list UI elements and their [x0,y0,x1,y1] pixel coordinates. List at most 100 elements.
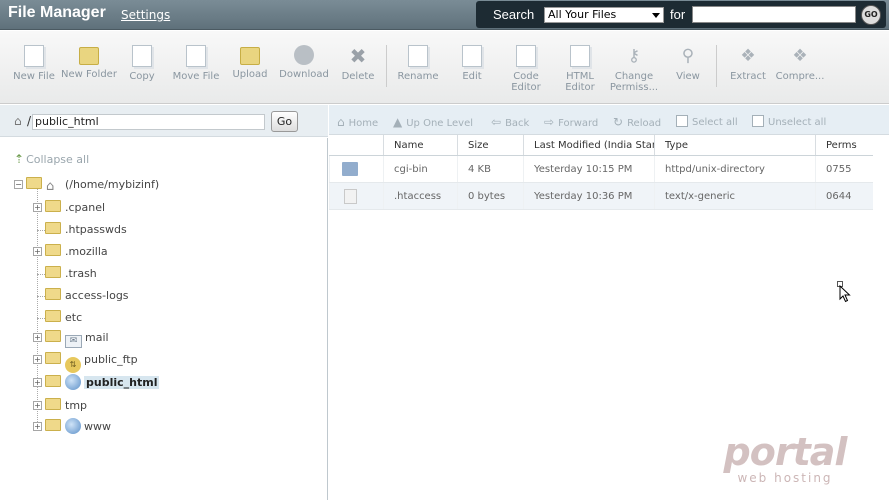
tree-item-label: .cpanel [65,201,106,214]
mail-icon: ✉ [65,335,82,348]
delete-icon: ✖ [349,44,367,68]
download-button[interactable]: Download [275,45,333,80]
table-row[interactable]: .htaccess 0 bytes Yesterday 10:36 PM tex… [329,183,873,210]
tree-item-mail[interactable]: + ✉ mail [33,330,109,348]
up-one-level-label: Up One Level [406,118,474,129]
toolbar-divider [386,45,387,87]
select-all-button[interactable]: Select all [676,115,738,128]
new-file-label: New File [13,71,55,82]
move-file-button[interactable]: Move File [167,45,225,82]
file-size: 4 KB [457,156,523,182]
back-label: Back [505,118,530,129]
reload-button[interactable]: ↻ Reload [613,115,661,129]
column-header-type[interactable]: Type [654,135,815,155]
change-permissions-button[interactable]: ⚷ Change Permiss... [605,45,663,93]
extract-icon: ❖ [740,46,756,66]
tree-item-etc[interactable]: etc [33,310,82,326]
column-header-perms[interactable]: Perms [815,135,873,155]
folder-icon [45,288,61,300]
html-editor-icon [570,45,590,67]
tree-item-mozilla[interactable]: + .mozilla [33,244,108,260]
collapse-all-link[interactable]: ⇡ Collapse all [14,152,89,166]
view-label: View [676,71,700,82]
copy-icon [132,45,152,67]
tree-item-label: tmp [65,399,88,412]
home-nav-button[interactable]: ⌂ Home [337,115,378,129]
page-title: File Manager [8,4,106,21]
compress-label: Compre... [775,71,825,82]
table-header: Name Size Last Modified (India Standard … [329,135,873,156]
new-folder-button[interactable]: New Folder [60,45,118,80]
tree-root[interactable]: − ⌂ (/home/mybizinf) [14,177,159,194]
folder-up-icon: ▲ [393,115,403,129]
search-scope-select[interactable]: All Your Files [544,7,664,23]
tree-item-www[interactable]: + www [33,418,111,434]
tree-item-trash[interactable]: .trash [33,266,97,282]
compress-button[interactable]: ❖ Compre... [771,45,829,82]
file-icon [344,189,357,204]
column-header-modified[interactable]: Last Modified (India Standard Time) [523,135,654,155]
delete-button[interactable]: ✖ Delete [329,45,387,82]
unselect-all-label: Unselect all [768,117,827,128]
tree-item-access-logs[interactable]: access-logs [33,288,129,304]
new-file-button[interactable]: New File [5,45,63,82]
forward-button[interactable]: ⇨ Forward [544,115,598,129]
tree-item-label: access-logs [65,289,129,302]
tree-item-public-ftp[interactable]: + ⇅ public_ftp [33,352,138,373]
tree-branch-line [37,296,45,297]
path-input[interactable]: public_html [32,114,265,130]
tree-item-label: etc [65,311,83,324]
copy-button[interactable]: Copy [113,45,171,82]
tree-item-public-html[interactable]: + public_html [33,374,160,390]
expand-toggle-icon: + [33,247,42,256]
column-header-size[interactable]: Size [457,135,523,155]
arrow-right-icon: ⇨ [544,115,555,129]
chevron-down-icon [652,13,660,18]
toolbar-divider [716,45,717,87]
html-editor-label: HTML Editor [565,71,595,93]
code-editor-button[interactable]: Code Editor [497,45,555,93]
unselect-all-button[interactable]: Unselect all [752,115,826,128]
tree-item-htpasswds[interactable]: .htpasswds [33,222,127,238]
rename-label: Rename [397,71,439,82]
file-type: text/x-generic [654,183,815,209]
search-go-button[interactable]: GO [861,5,881,25]
column-header-name[interactable]: Name [383,135,457,155]
folder-tree: ⇡ Collapse all − ⌂ (/home/mybizinf) + .cpane… [0,138,328,500]
collapse-arrow-icon: ⇡ [14,152,25,166]
rename-button[interactable]: Rename [389,45,447,82]
arrow-left-icon: ⇦ [491,115,502,129]
row-icon-cell [329,183,383,209]
path-go-button[interactable]: Go [271,111,298,132]
up-one-level-button[interactable]: ▲ Up One Level [393,115,473,129]
folder-icon [45,222,61,234]
tree-item-tmp[interactable]: + tmp [33,398,87,414]
expand-toggle-icon: + [33,422,42,431]
expand-toggle-icon: + [33,378,42,387]
compress-icon: ❖ [792,46,808,66]
select-all-label: Select all [692,117,738,128]
ftp-icon: ⇅ [65,357,81,373]
tree-branch-line [37,230,45,231]
folder-icon [45,244,61,256]
edit-button[interactable]: Edit [443,45,501,82]
folder-icon [45,419,61,431]
collapse-all-label: Collapse all [26,153,90,166]
tree-branch-line [37,318,45,319]
file-manager-window: File Manager Settings Search All Your Fi… [0,0,889,500]
icon-column-header [329,135,383,155]
row-icon-cell [329,156,383,182]
search-input[interactable] [692,6,856,23]
table-row[interactable]: cgi-bin 4 KB Yesterday 10:15 PM httpd/un… [329,156,873,183]
globe-icon [65,374,81,390]
back-button[interactable]: ⇦ Back [491,115,529,129]
upload-button[interactable]: Upload [221,45,279,80]
settings-link[interactable]: Settings [121,8,170,22]
html-editor-button[interactable]: HTML Editor [551,45,609,93]
file-type: httpd/unix-directory [654,156,815,182]
move-file-icon [186,45,206,67]
view-button[interactable]: ⚲ View [659,45,717,82]
extract-button[interactable]: ❖ Extract [719,45,777,82]
rename-icon [408,45,428,67]
tree-item-cpanel[interactable]: + .cpanel [33,200,105,216]
